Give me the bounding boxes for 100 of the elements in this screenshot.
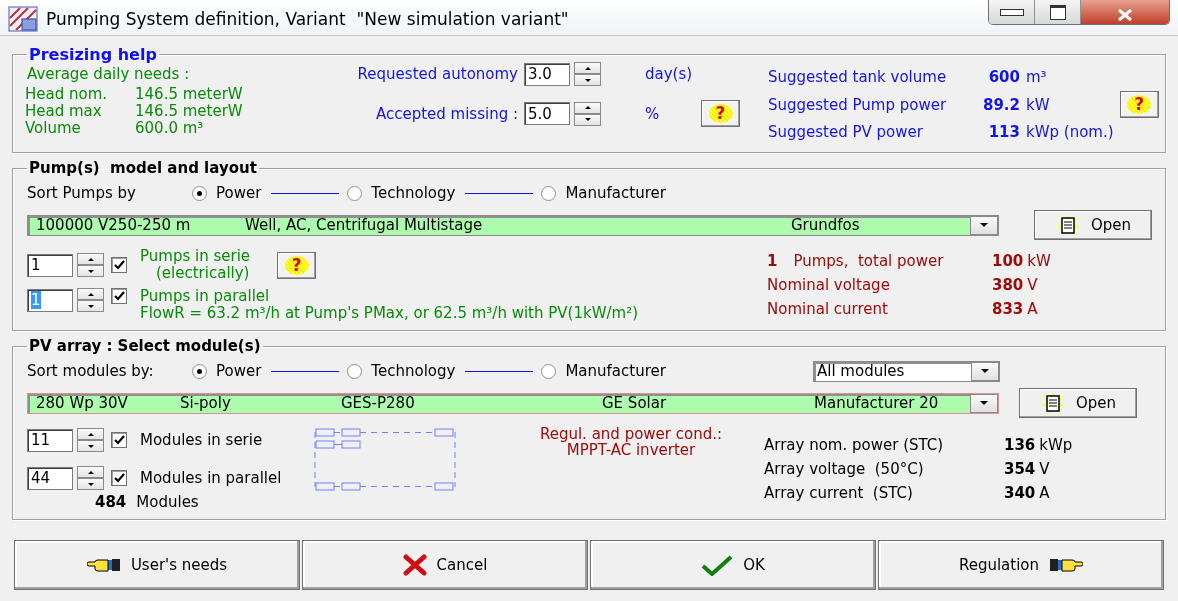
needs-label: Head max	[25, 103, 103, 120]
close-button[interactable]	[1081, 0, 1169, 24]
checkbox-label: Modules in serie	[140, 431, 263, 449]
number-field[interactable]: 44	[27, 466, 73, 490]
unit-text: kWp	[1039, 436, 1073, 454]
spin-down-button[interactable]	[574, 74, 601, 86]
spin-down-button[interactable]	[77, 440, 104, 452]
minimize-button[interactable]	[989, 0, 1035, 24]
radio-button[interactable]	[347, 363, 363, 379]
value-text: 380	[992, 276, 1024, 294]
total-label: Modules	[136, 493, 199, 511]
help-button[interactable]: ?	[1119, 91, 1159, 118]
spin-up-button[interactable]	[574, 62, 601, 74]
unit-text: V	[1039, 460, 1050, 478]
maximize-button[interactable]	[1035, 0, 1081, 24]
spin-up-button[interactable]	[77, 288, 104, 300]
radio-label[interactable]: Manufacturer	[565, 184, 666, 202]
help-button[interactable]: ?	[277, 251, 317, 279]
number-field[interactable]: 11	[27, 428, 73, 452]
suggestion-label: Suggested PV power	[768, 123, 924, 141]
spin-down-button[interactable]	[77, 478, 104, 490]
help-button[interactable]: ?	[701, 100, 740, 127]
total-value: 484	[95, 493, 127, 511]
checkbox[interactable]	[111, 432, 127, 448]
suggestion-label: Suggested tank volume	[768, 68, 948, 86]
dropdown-button[interactable]	[971, 361, 999, 381]
row-label: Nominal current	[767, 300, 889, 318]
spin-down-button[interactable]	[77, 265, 104, 277]
users-needs-button[interactable]: User's needs	[14, 540, 300, 590]
number-field[interactable]: 1	[27, 253, 73, 277]
unit-text: day(s)	[644, 65, 694, 83]
open-button[interactable]: Open	[1034, 210, 1152, 240]
regulation-button[interactable]: Regulation	[878, 540, 1164, 590]
radio-label[interactable]: Technology	[371, 184, 456, 202]
unit-text: %	[644, 104, 661, 123]
unit-text: kW	[1027, 252, 1051, 270]
radio-label[interactable]: Manufacturer	[565, 362, 666, 380]
group-title: PV array : Select module(s)	[28, 337, 262, 355]
radio-button[interactable]	[192, 363, 207, 379]
sort-label: Sort modules by:	[27, 362, 155, 380]
radio-button[interactable]	[541, 363, 557, 379]
row-label: Nominal voltage	[767, 276, 891, 294]
needs-value: 146.5 meterW	[135, 103, 244, 120]
ok-button[interactable]: OK	[590, 540, 876, 590]
flow-text: FlowR = 63.2 m³/h at Pump's PMax, or 62.5 m³/h with PV(1kW/m²)	[140, 305, 639, 322]
app-icon	[8, 6, 38, 32]
suggestion-label: Suggested Pump power	[768, 95, 948, 114]
dropdown-text: Grundfos	[791, 216, 861, 234]
module-model-dropdown[interactable]: 280 Wp 30V Si-poly GES-P280 GE Solar Manufacturer 20	[27, 392, 999, 414]
value-text: 354	[1004, 460, 1036, 478]
checkbox-label: Pumps in serie	[140, 248, 251, 265]
number-field[interactable]: 5.0	[524, 102, 570, 125]
missing-label: Accepted missing :	[374, 104, 519, 123]
value-text: 340	[1004, 484, 1036, 502]
value-text: 100	[992, 252, 1024, 270]
checkbox-label: Modules in parallel	[140, 469, 282, 487]
needs-heading: Average daily needs :	[27, 66, 191, 83]
autonomy-label: Requested autonomy	[356, 65, 519, 83]
needs-label: Head nom.	[25, 86, 109, 103]
radio-button[interactable]	[192, 185, 207, 201]
radio-label[interactable]: Power	[216, 184, 262, 202]
value-text: 833	[992, 300, 1024, 318]
dropdown-text: GES-P280	[341, 394, 416, 412]
spin-up-button[interactable]	[574, 101, 601, 114]
dropdown-button[interactable]	[970, 215, 998, 235]
spin-up-button[interactable]	[77, 466, 104, 478]
value-text: 136	[1004, 436, 1036, 454]
unit-text: kW	[1026, 95, 1051, 114]
radio-button[interactable]	[347, 185, 363, 201]
group-title: Presizing help	[28, 45, 158, 64]
dropdown-button[interactable]	[970, 393, 998, 413]
suggestion-value: 600	[987, 68, 1021, 86]
pump-model-dropdown[interactable]: 100000 V250-250 m Well, AC, Centrifugal Multistage Grundfos	[27, 214, 999, 236]
radio-label[interactable]: Technology	[371, 362, 456, 380]
dropdown-text: Manufacturer 20	[814, 394, 940, 412]
needs-value: 600.0 m³	[135, 120, 205, 137]
cancel-button[interactable]: Cancel	[302, 540, 588, 590]
radio-button[interactable]	[541, 185, 557, 201]
suggestion-value: 113	[987, 123, 1021, 141]
radio-label[interactable]: Power	[216, 362, 262, 380]
unit-text: A	[1039, 484, 1050, 502]
checkbox[interactable]	[111, 288, 127, 304]
spin-down-button[interactable]	[77, 300, 104, 312]
number-field[interactable]: 3.0	[524, 62, 570, 86]
row-label: Pumps, total power	[793, 252, 944, 270]
unit-text: A	[1027, 300, 1038, 318]
suggestion-value: 89.2	[982, 95, 1021, 114]
spin-up-button[interactable]	[77, 428, 104, 440]
checkbox-label: Pumps in parallel	[140, 288, 271, 305]
checkbox[interactable]	[111, 257, 127, 273]
row-label: Array current (STC)	[764, 484, 914, 502]
sort-label: Sort Pumps by	[27, 184, 137, 202]
dropdown-text: GE Solar	[602, 394, 668, 412]
checkbox[interactable]	[111, 470, 127, 486]
spin-up-button[interactable]	[77, 253, 104, 265]
window-title: Pumping System definition, Variant "New simulation variant"	[46, 9, 569, 29]
module-filter-dropdown[interactable]: All modules	[813, 360, 1000, 382]
open-button[interactable]: Open	[1019, 388, 1137, 418]
note-text: (electrically)	[156, 265, 251, 282]
row-label: Array nom. power (STC)	[764, 436, 945, 454]
